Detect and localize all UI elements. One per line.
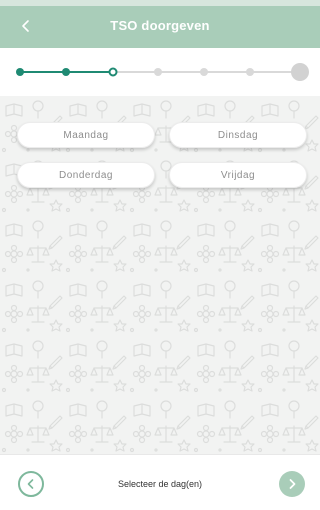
status-text: Selecteer de dag(en) [117,479,203,489]
day-selection-area: Maandag Dinsdag Donderdag Vrijdag [0,96,320,454]
step-3-current [108,67,118,77]
day-button-maandag[interactable]: Maandag [17,122,155,148]
header-bar: TSO doorgeven [0,0,320,48]
next-button[interactable] [279,471,305,497]
step-5 [200,68,208,76]
chevron-right-circle-icon [289,479,296,489]
progress-stepper [0,48,320,96]
page-title: TSO doorgeven [110,18,210,33]
day-button-dinsdag[interactable]: Dinsdag [169,122,307,148]
day-label: Maandag [63,129,109,141]
background-pattern [0,96,320,454]
footer-bar: Selecteer de dag(en) [0,454,320,510]
step-2 [62,68,70,76]
step-1 [16,68,24,76]
day-label: Donderdag [59,169,113,181]
step-7-final [291,63,309,81]
step-6 [246,68,254,76]
screen: TSO doorgeven Maandag Dinsdag Donderdag … [0,0,320,510]
day-button-vrijdag[interactable]: Vrijdag [169,162,307,188]
day-label: Dinsdag [217,129,259,141]
day-button-donderdag[interactable]: Donderdag [17,162,155,188]
day-label: Vrijdag [220,169,256,181]
step-4 [154,68,162,76]
